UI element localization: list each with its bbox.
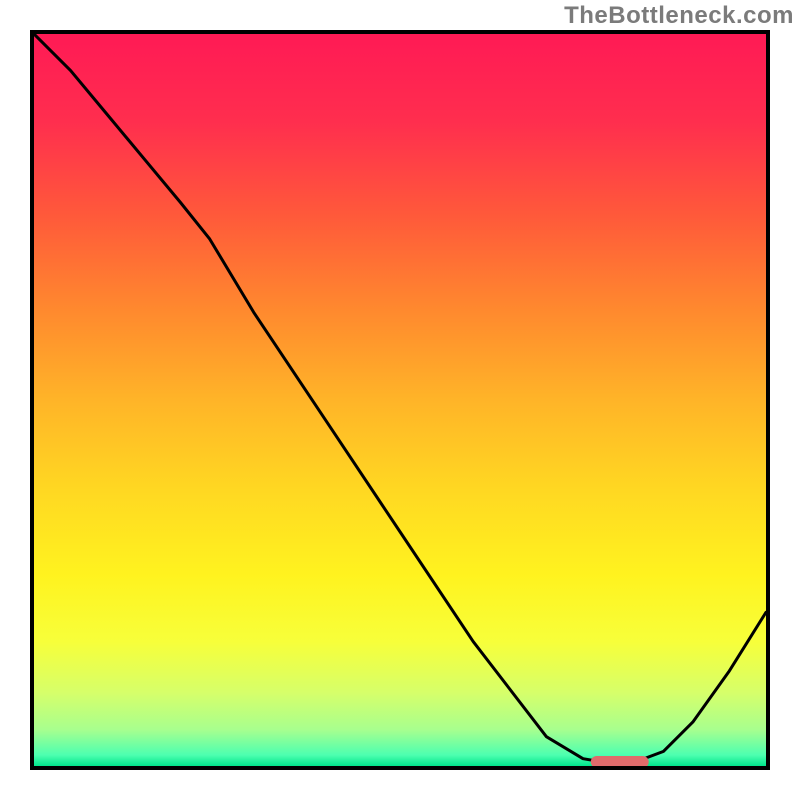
chart-container: TheBottleneck.com — [0, 0, 800, 800]
watermark-text: TheBottleneck.com — [564, 2, 794, 30]
bottleneck-curve — [34, 34, 766, 766]
plot-frame — [30, 30, 770, 770]
optimal-marker — [590, 756, 649, 768]
